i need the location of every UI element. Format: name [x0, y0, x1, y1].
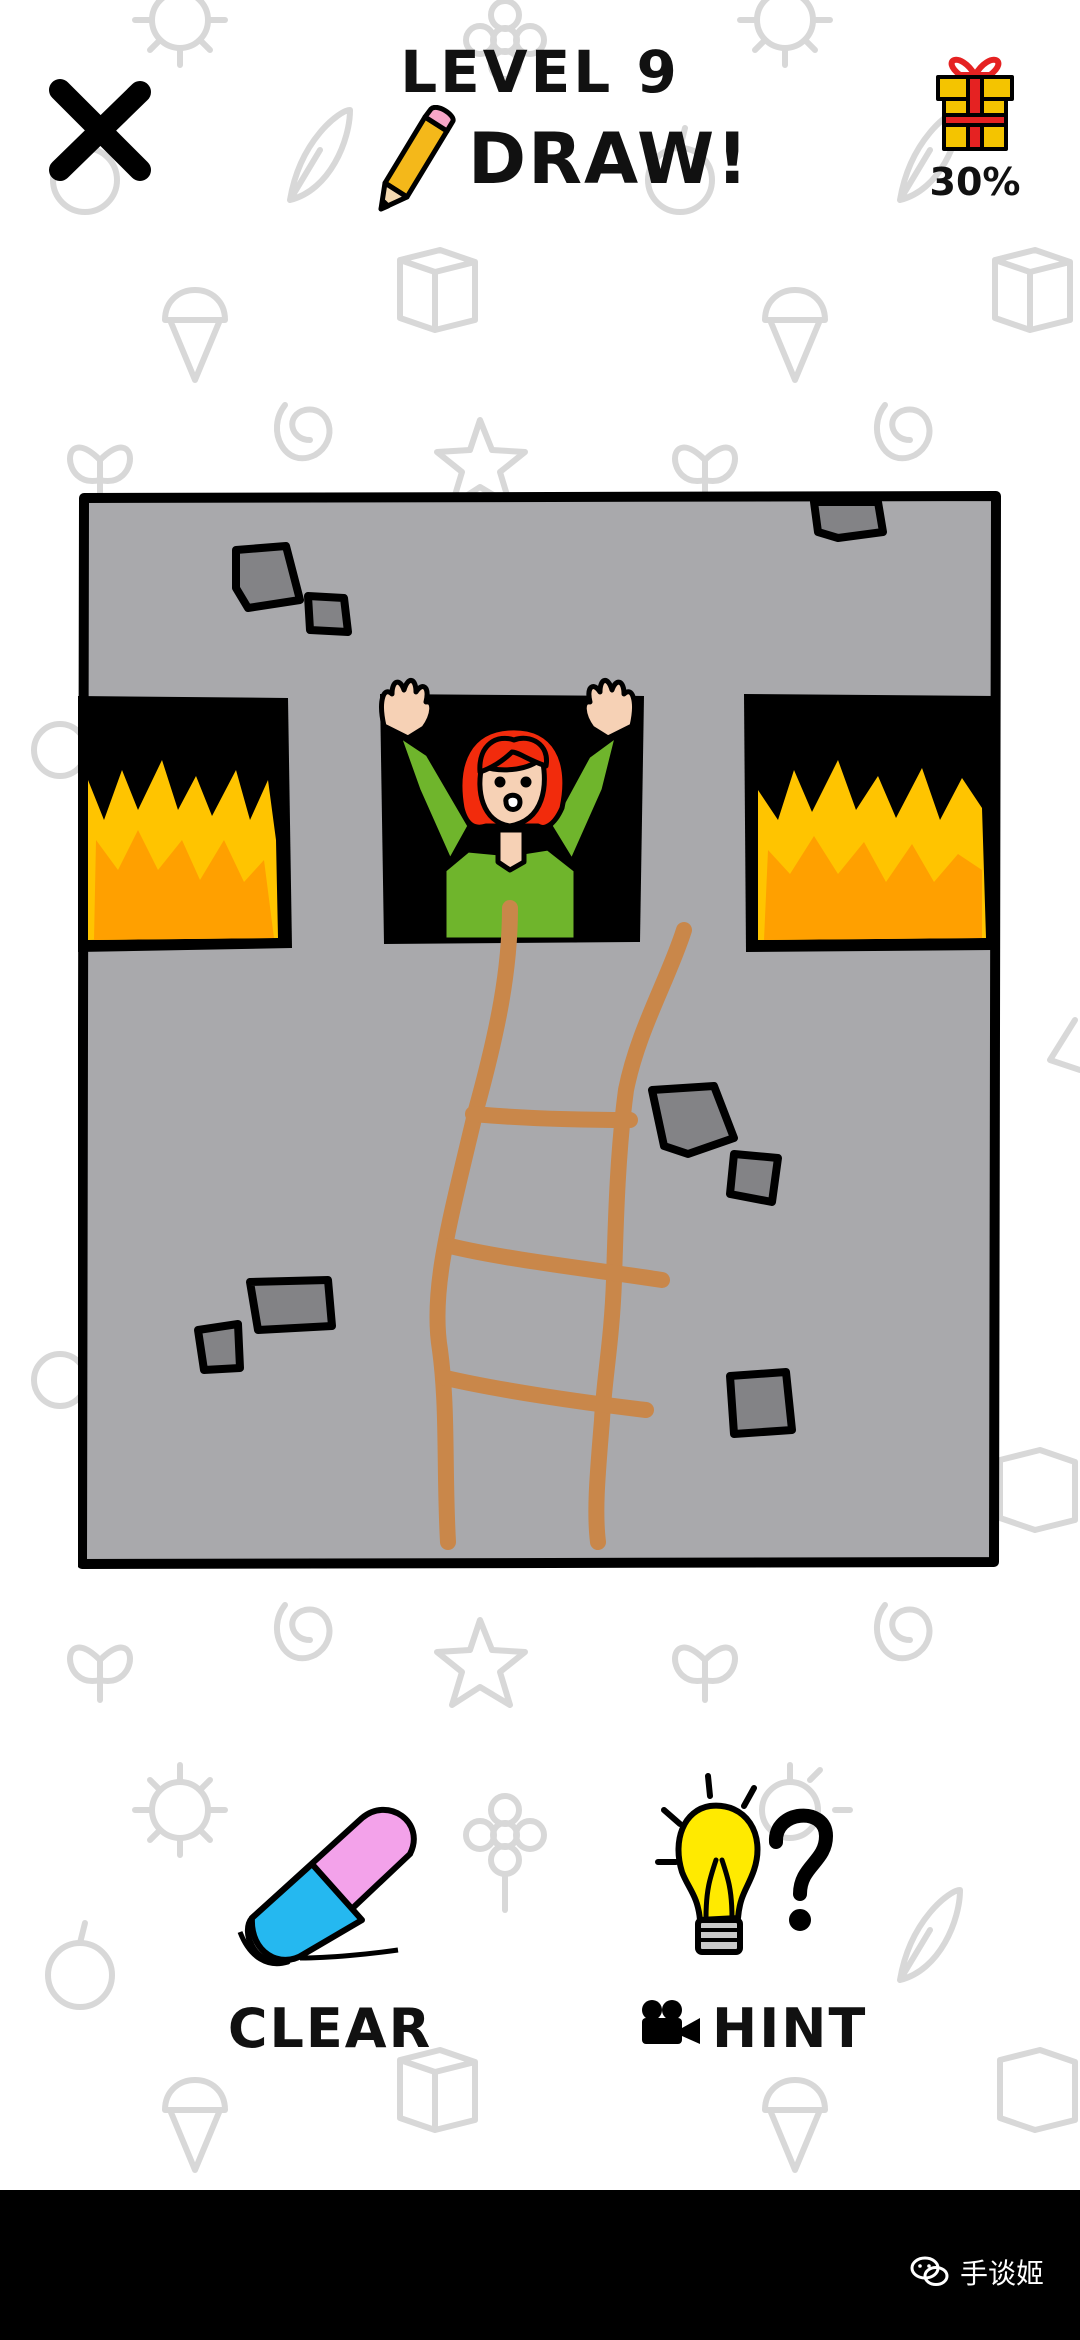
watermark: 手谈姬	[910, 2252, 1044, 2292]
top-bar: LEVEL 9 DRAW! 30%	[0, 0, 1080, 240]
clear-button[interactable]: CLEAR	[200, 1760, 460, 2060]
cube-doodle	[997, 1447, 1078, 1533]
spiral-doodle	[273, 402, 333, 462]
hint-label: HINT	[712, 1997, 868, 2060]
butterfly-doodle	[672, 1644, 738, 1703]
cube-doodle	[997, 2047, 1078, 2133]
ice-cream-doodle	[762, 287, 828, 383]
flower-doodle	[463, 1793, 547, 1913]
level-title: LEVEL 9	[400, 38, 680, 106]
butterfly-doodle	[67, 1644, 133, 1703]
watermark-text: 手谈姬	[959, 2257, 1044, 2290]
star-doodle	[1047, 1017, 1080, 1073]
star-doodle	[434, 1617, 528, 1708]
apple-doodle	[45, 1920, 115, 2010]
ice-cream-doodle	[162, 2077, 228, 2173]
cube-doodle	[397, 2047, 478, 2133]
ice-cream-doodle	[162, 287, 228, 383]
video-camera-icon	[642, 2000, 700, 2044]
lightbulb-icon	[655, 1773, 833, 1955]
spiral-doodle	[273, 1602, 333, 1662]
pencil-icon	[378, 105, 456, 212]
bottom-bar: 手谈姬	[0, 2190, 1080, 2340]
spiral-doodle	[873, 402, 933, 462]
clear-label: CLEAR	[227, 1997, 433, 2060]
building-wall	[78, 491, 1001, 1569]
spiral-doodle	[873, 1602, 933, 1662]
game-scene[interactable]	[78, 490, 1002, 1570]
right-window	[744, 694, 996, 952]
instruction-label: DRAW!	[468, 118, 751, 200]
gift-icon[interactable]	[930, 45, 1020, 155]
ice-cream-doodle	[762, 2077, 828, 2173]
wechat-icon	[910, 2256, 949, 2286]
left-window	[78, 696, 292, 952]
cube-doodle	[397, 247, 478, 333]
cube-doodle	[992, 247, 1073, 333]
hint-button[interactable]: HINT	[620, 1760, 920, 2060]
gift-progress: 30%	[929, 160, 1021, 204]
eraser-icon	[237, 1806, 417, 1967]
